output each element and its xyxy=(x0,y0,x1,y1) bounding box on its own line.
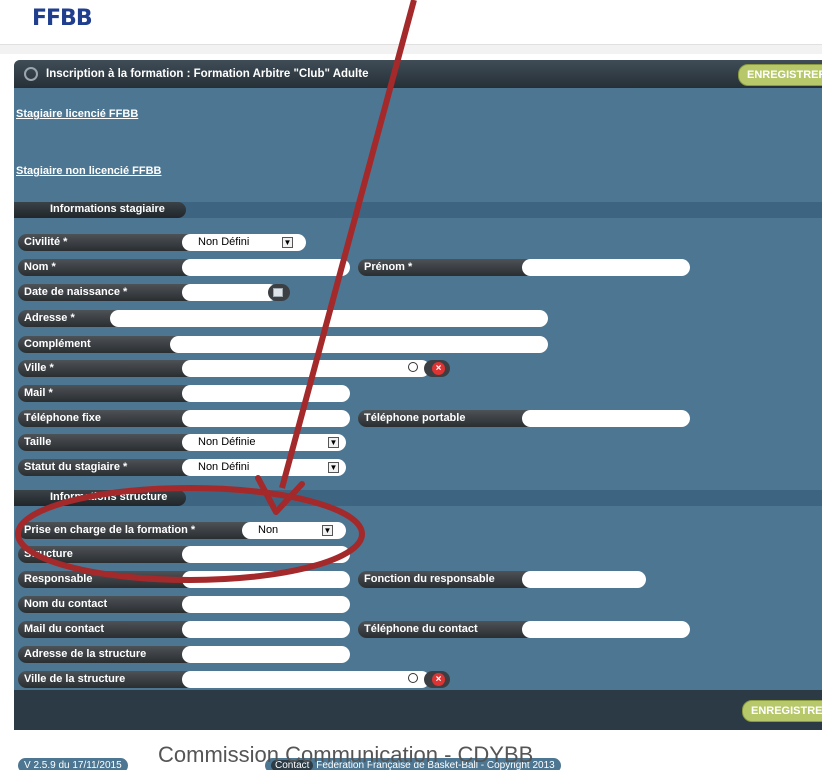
adresse-structure-label: Adresse de la structure xyxy=(18,646,198,663)
section-title-trainee: Informations stagiaire xyxy=(50,203,165,215)
responsable-input[interactable] xyxy=(182,571,350,588)
prise-en-charge-label: Prise en charge de la formation * xyxy=(18,522,254,539)
chevron-down-icon[interactable]: ▼ xyxy=(322,525,333,536)
nom-label: Nom * xyxy=(18,259,198,276)
mail-contact-label: Mail du contact xyxy=(18,621,198,638)
responsable-label: Responsable xyxy=(18,571,198,588)
structure-input[interactable] xyxy=(182,546,350,563)
prise-en-charge-value: Non xyxy=(258,524,279,536)
ville-label: Ville * xyxy=(18,360,198,377)
link-licensed-trainee[interactable]: Stagiaire licencié FFBB xyxy=(16,108,138,120)
close-icon: × xyxy=(432,362,445,375)
gear-icon xyxy=(24,67,38,81)
ville-structure-label: Ville de la structure xyxy=(18,671,198,688)
fonction-responsable-label: Fonction du responsable xyxy=(358,571,538,588)
save-button-bottom[interactable]: ENREGISTRER xyxy=(742,700,822,722)
adresse-input[interactable] xyxy=(110,310,548,327)
registration-panel: Inscription à la formation : Formation A… xyxy=(14,60,822,730)
tel-portable-input[interactable] xyxy=(522,410,690,427)
prenom-input[interactable] xyxy=(522,259,690,276)
adresse-structure-input[interactable] xyxy=(182,646,350,663)
search-icon[interactable] xyxy=(408,362,418,372)
close-icon: × xyxy=(432,673,445,686)
taille-label: Taille xyxy=(18,434,198,451)
tel-portable-label: Téléphone portable xyxy=(358,410,538,427)
chevron-down-icon[interactable]: ▼ xyxy=(328,462,339,473)
clear-ville-button[interactable]: × xyxy=(424,360,450,377)
save-button-top[interactable]: ENREGISTRER xyxy=(738,64,822,86)
section-title-structure: Informations structure xyxy=(50,491,168,503)
nom-contact-input[interactable] xyxy=(182,596,350,613)
site-header: FFBB xyxy=(0,0,822,44)
mail-label: Mail * xyxy=(18,385,198,402)
overlay-caption: Commission Communication - CDYBB xyxy=(158,742,534,767)
ville-structure-input[interactable] xyxy=(182,671,430,688)
statut-select[interactable]: Non Défini xyxy=(182,459,346,476)
taille-select[interactable]: Non Définie xyxy=(182,434,346,451)
complement-input[interactable] xyxy=(170,336,548,353)
clear-ville-structure-button[interactable]: × xyxy=(424,671,450,688)
panel-footer: ENREGISTRER xyxy=(14,690,822,730)
ffbb-logo[interactable]: FFBB xyxy=(32,6,93,31)
fonction-responsable-input[interactable] xyxy=(522,571,646,588)
header-divider xyxy=(0,44,822,54)
civilite-value: Non Défini xyxy=(198,236,250,248)
version-badge: V 2.5.9 du 17/11/2015 xyxy=(18,758,128,770)
structure-label: Structure xyxy=(18,546,198,563)
chevron-down-icon[interactable]: ▼ xyxy=(282,237,293,248)
calendar-icon xyxy=(273,288,283,297)
tel-fixe-label: Téléphone fixe xyxy=(18,410,198,427)
chevron-down-icon[interactable]: ▼ xyxy=(328,437,339,448)
ville-input[interactable] xyxy=(182,360,430,377)
search-icon[interactable] xyxy=(408,673,418,683)
prenom-label: Prénom * xyxy=(358,259,538,276)
panel-header: Inscription à la formation : Formation A… xyxy=(14,60,822,88)
statut-value: Non Défini xyxy=(198,461,250,473)
nom-input[interactable] xyxy=(182,259,350,276)
civilite-label: Civilité * xyxy=(18,234,198,251)
mail-contact-input[interactable] xyxy=(182,621,350,638)
link-unlicensed-trainee[interactable]: Stagiaire non licencié FFBB xyxy=(16,165,161,177)
tel-contact-input[interactable] xyxy=(522,621,690,638)
birthdate-input[interactable] xyxy=(182,284,278,301)
calendar-button[interactable] xyxy=(268,284,290,301)
panel-title: Inscription à la formation : Formation A… xyxy=(46,68,369,80)
tel-contact-label: Téléphone du contact xyxy=(358,621,538,638)
birthdate-label: Date de naissance * xyxy=(18,284,198,301)
taille-value: Non Définie xyxy=(198,436,256,448)
mail-input[interactable] xyxy=(182,385,350,402)
nom-contact-label: Nom du contact xyxy=(18,596,198,613)
page-footer: V 2.5.9 du 17/11/2015 Contact Federation… xyxy=(0,730,822,770)
section-trainee: Informations stagiaire xyxy=(14,202,822,218)
statut-label: Statut du stagiaire * xyxy=(18,459,198,476)
section-structure: Informations structure xyxy=(14,490,822,506)
tel-fixe-input[interactable] xyxy=(182,410,350,427)
